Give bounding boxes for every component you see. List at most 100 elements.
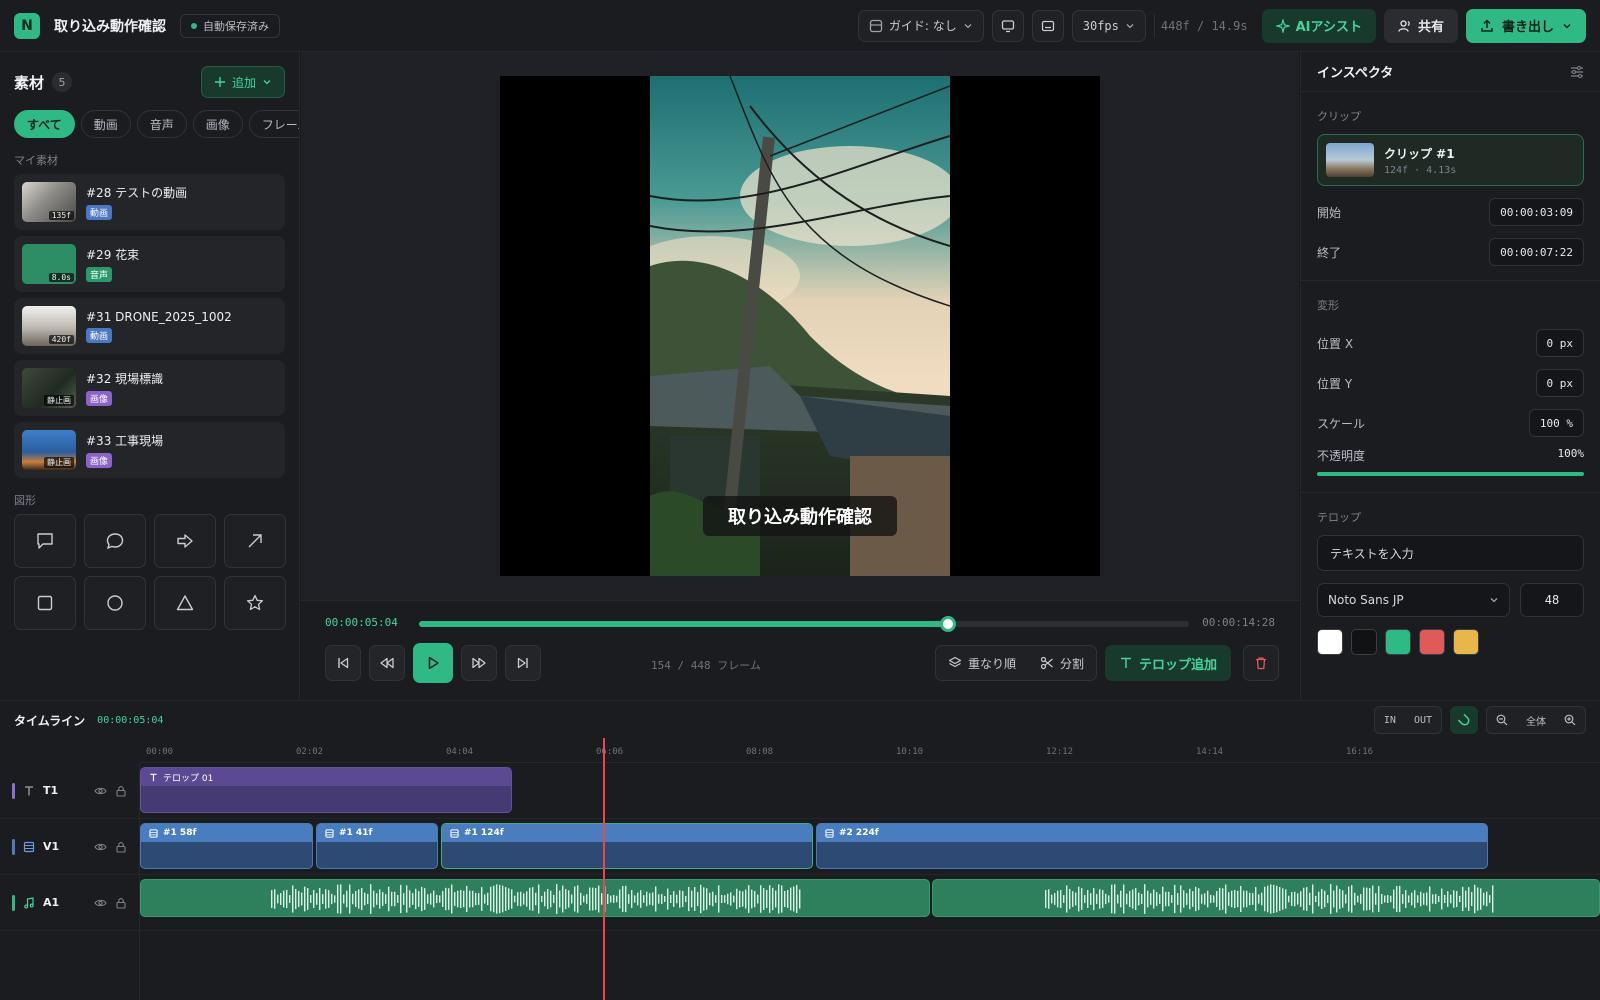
sparkle-icon (1275, 18, 1290, 33)
telop-text-input[interactable]: テキストを入力 (1317, 535, 1584, 571)
waveform-bar (724, 895, 726, 903)
set-out-button[interactable]: OUT (1405, 715, 1441, 726)
video-clip[interactable]: #1 41f (316, 823, 438, 869)
lock-icon[interactable] (115, 785, 127, 797)
waveform-bar (1123, 884, 1125, 914)
waveform-bar (643, 895, 645, 903)
shape-arrow-line[interactable] (224, 514, 286, 568)
delete-button[interactable] (1243, 645, 1279, 681)
audio-clip[interactable] (932, 879, 1600, 917)
filter-video[interactable]: 動画 (80, 110, 131, 138)
shape-speech-bubble[interactable] (84, 514, 146, 568)
audio-clip[interactable] (140, 879, 930, 917)
zoom-fit-button[interactable]: 全体 (1517, 713, 1555, 728)
asset-item[interactable]: 420f #31 DRONE_2025_1002 動画 (14, 298, 285, 354)
shape-arrow-block[interactable] (154, 514, 216, 568)
zoom-in-icon[interactable] (1555, 714, 1585, 726)
asset-item[interactable]: 135f #28 テストの動画 動画 (14, 174, 285, 230)
lock-icon[interactable] (115, 897, 127, 909)
waveform-bar (385, 894, 387, 904)
waveform-bar (625, 885, 627, 913)
share-button[interactable]: 共有 (1383, 8, 1458, 43)
timeline-playhead[interactable] (603, 738, 605, 1000)
font-family-select[interactable]: Noto Sans JP (1317, 583, 1510, 617)
opacity-slider[interactable] (1317, 472, 1584, 476)
audio-waveform (271, 884, 801, 914)
layer-order-button[interactable]: 重なり順 (936, 645, 1028, 681)
fps-dropdown[interactable]: 30fps (1071, 9, 1146, 42)
waveform-bar (1441, 888, 1443, 910)
waveform-bar (1075, 892, 1077, 906)
add-telop-button[interactable]: テロップ追加 (1104, 645, 1231, 681)
position-x-field[interactable]: 0 px (1535, 329, 1584, 357)
asset-item[interactable]: 静止画 #33 工事現場 画像 (14, 422, 285, 478)
video-clip[interactable]: #1 58f (140, 823, 313, 869)
waveform-bar (763, 888, 765, 910)
lock-icon[interactable] (115, 841, 127, 853)
telop-section-label: テロップ (1317, 511, 1361, 524)
waveform-bar (304, 886, 306, 912)
clip-meta: 124f · 4.13s (1384, 164, 1457, 176)
eye-icon[interactable] (94, 841, 107, 853)
shape-square[interactable] (14, 576, 76, 630)
fast-forward-button[interactable] (461, 645, 497, 681)
video-clip-selected[interactable]: #1 124f (441, 823, 813, 869)
preview-telop-caption[interactable]: 取り込み動作確認 (703, 496, 897, 536)
font-size-field[interactable]: 48 (1520, 583, 1584, 617)
set-in-button[interactable]: IN (1375, 715, 1405, 726)
shape-speech-box[interactable] (14, 514, 76, 568)
shape-triangle[interactable] (154, 576, 216, 630)
subtitle-button[interactable] (1031, 9, 1064, 42)
swatch-red[interactable] (1419, 629, 1445, 655)
asset-item[interactable]: 静止画 #32 現場標識 画像 (14, 360, 285, 416)
split-button[interactable]: 分割 (1028, 645, 1096, 681)
snap-toggle[interactable] (1450, 706, 1478, 734)
swatch-yellow[interactable] (1453, 629, 1479, 655)
telop-clip[interactable]: テロップ 01 (140, 767, 512, 813)
track-area[interactable]: テロップ 01 #1 58f #1 41f #1 124f #2 224f (140, 763, 1600, 1000)
add-asset-button[interactable]: 追加 (200, 66, 285, 98)
eye-icon[interactable] (94, 897, 107, 909)
export-button[interactable]: 書き出し (1465, 8, 1586, 43)
play-button[interactable] (413, 643, 453, 683)
project-title[interactable]: 取り込み動作確認 (54, 16, 166, 36)
skip-to-end-button[interactable] (505, 645, 541, 681)
shape-circle[interactable] (84, 576, 146, 630)
ai-assist-button[interactable]: AIアシスト (1261, 8, 1376, 43)
chevron-down-icon (1489, 595, 1499, 605)
shape-star[interactable] (224, 576, 286, 630)
waveform-bar (1102, 890, 1104, 908)
playback-scrubber[interactable] (419, 616, 1189, 632)
scrubber-handle[interactable] (940, 616, 957, 632)
filter-audio[interactable]: 音声 (136, 110, 187, 138)
waveform-bar (484, 894, 486, 904)
position-y-field[interactable]: 0 px (1535, 369, 1584, 397)
start-timecode-field[interactable]: 00:00:03:09 (1489, 198, 1584, 226)
end-timecode-field[interactable]: 00:00:07:22 (1489, 238, 1584, 266)
zoom-out-icon[interactable] (1487, 714, 1517, 726)
waveform-bar (406, 885, 408, 913)
text-t-icon (1119, 656, 1133, 670)
waveform-bar (1096, 894, 1098, 904)
swatch-white[interactable] (1317, 629, 1343, 655)
waveform-bar (334, 895, 336, 903)
eye-icon[interactable] (94, 785, 107, 797)
swatch-black[interactable] (1351, 629, 1377, 655)
guide-dropdown[interactable]: ガイド: なし (857, 9, 984, 42)
filter-frame[interactable]: フレーム (248, 110, 299, 138)
filter-all[interactable]: すべて (14, 110, 75, 138)
scale-field[interactable]: 100 % (1528, 409, 1584, 437)
position-y-label: 位置 Y (1317, 376, 1353, 391)
preview-canvas[interactable]: 取り込み動作確認 (500, 76, 1100, 576)
video-clip[interactable]: #2 224f (816, 823, 1488, 869)
selected-clip-card[interactable]: クリップ #1 124f · 4.13s (1317, 134, 1584, 186)
swatch-green[interactable] (1385, 629, 1411, 655)
timeline-ruler[interactable]: 00:00 02:02 04:04 06:06 08:08 10:10 12:1… (140, 739, 1600, 763)
filter-image[interactable]: 画像 (192, 110, 243, 138)
asset-item[interactable]: 8.0s #29 花束 音声 (14, 236, 285, 292)
waveform-bar (619, 889, 621, 909)
sliders-icon[interactable] (1570, 65, 1584, 79)
skip-to-start-button[interactable] (325, 645, 361, 681)
monitor-button[interactable] (991, 9, 1024, 42)
rewind-button[interactable] (369, 645, 405, 681)
